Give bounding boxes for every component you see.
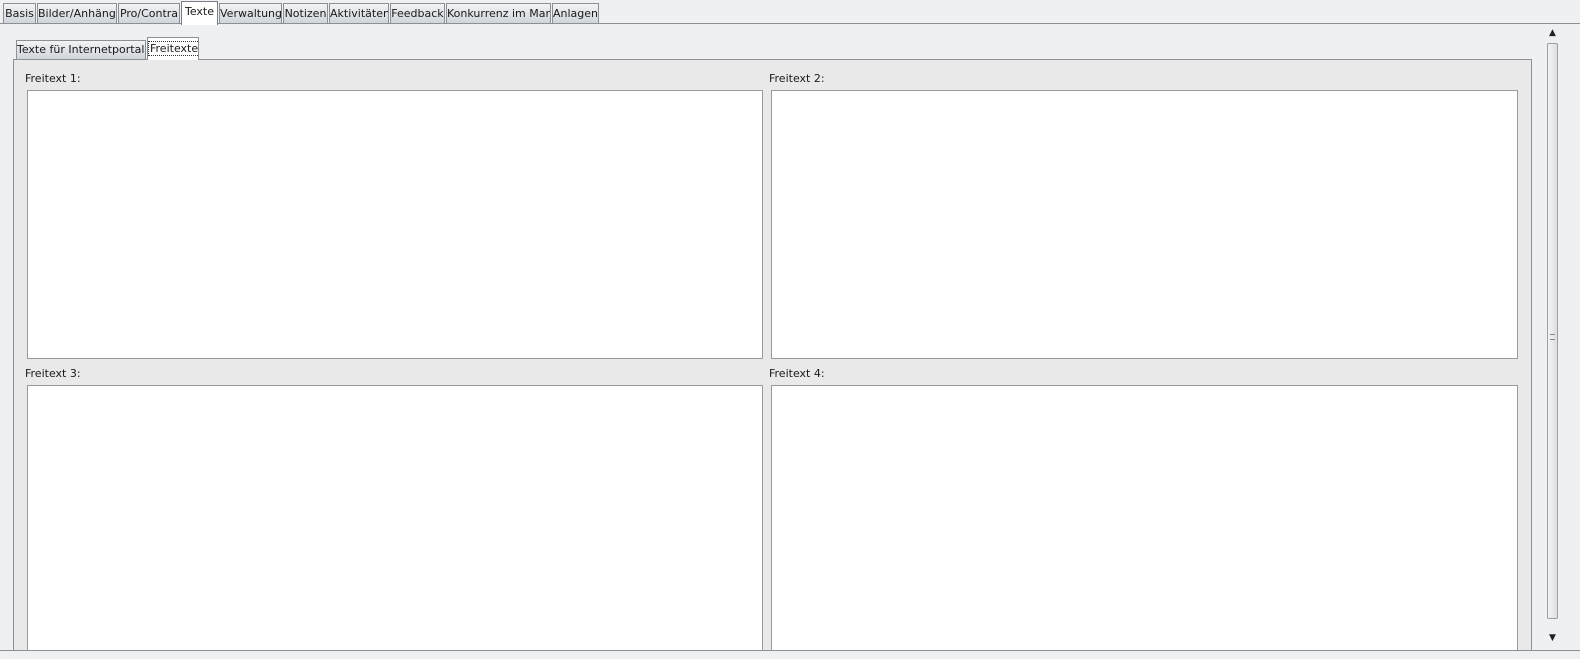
tab-feedback[interactable]: Feedback <box>390 3 445 23</box>
scroll-down-arrow-icon[interactable]: ▼ <box>1544 631 1561 645</box>
vertical-scrollbar[interactable]: ▲ ▼ <box>1544 24 1561 650</box>
freitext-3-textarea[interactable] <box>27 385 763 655</box>
tab-verwaltung[interactable]: Verwaltung <box>219 3 282 23</box>
tab-notizen[interactable]: Notizen <box>283 3 328 23</box>
freitext-2-textarea[interactable] <box>771 90 1518 359</box>
freitext-2-label: Freitext 2: <box>769 72 825 85</box>
subtab-freitexte[interactable]: Freitexte <box>147 37 199 60</box>
scrollbar-thumb[interactable] <box>1547 43 1558 619</box>
freitext-4-label: Freitext 4: <box>769 367 825 380</box>
main-tab-bar: Basis Bilder/Anhänge Pro/Contra Texte Ve… <box>0 0 1580 25</box>
scrollbar-grip-icon <box>1550 334 1555 340</box>
tab-texte[interactable]: Texte <box>181 1 218 25</box>
freitext-3-label: Freitext 3: <box>25 367 81 380</box>
tab-anlagen[interactable]: Anlagen <box>552 3 599 23</box>
scroll-up-arrow-icon[interactable]: ▲ <box>1544 26 1561 40</box>
tab-aktivitaeten[interactable]: Aktivitäten <box>329 3 389 23</box>
freitext-1-label: Freitext 1: <box>25 72 81 85</box>
tab-pro-contra[interactable]: Pro/Contra <box>118 3 180 23</box>
subtab-texte-fuer-internetportale[interactable]: Texte für Internetportale <box>16 40 146 59</box>
tab-basis[interactable]: Basis <box>3 3 36 23</box>
tab-konkurrenz-im-markt[interactable]: Konkurrenz im Markt <box>446 3 551 23</box>
freitext-4-textarea[interactable] <box>771 385 1518 655</box>
subtab-freitexte-label: Freitexte <box>148 41 199 56</box>
freitext-1-textarea[interactable] <box>27 90 763 359</box>
tab-bilder-anhaenge[interactable]: Bilder/Anhänge <box>37 3 117 23</box>
